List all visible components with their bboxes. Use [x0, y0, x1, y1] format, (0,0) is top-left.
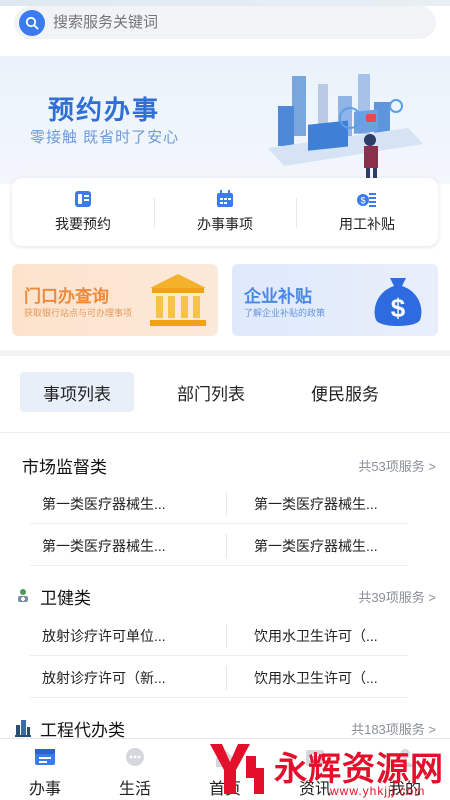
service-item[interactable]: 放射诊疗许可单位...: [42, 616, 166, 656]
bank-icon: [150, 274, 206, 326]
promo-subtitle: 获取银行站点与可办理事项: [24, 308, 133, 318]
bottom-nav: 办事 生活 首页 资讯 我的: [0, 738, 450, 800]
promo-enterprise-subsidy[interactable]: 企业补贴 了解企业补贴的政策 $: [232, 264, 438, 336]
quick-action-label: 我要预约: [55, 216, 111, 232]
service-item[interactable]: 放射诊疗许可（新...: [42, 658, 166, 698]
table-row: 第一类医疗器械生... 第一类医疗器械生...: [30, 526, 408, 566]
affairs-icon: [35, 749, 55, 765]
promo-title: 门口办查询: [24, 287, 109, 306]
category-header-health[interactable]: 卫健类 共39项服务 >: [0, 581, 450, 611]
tab-bar: 事项列表 部门列表 便民服务: [0, 372, 450, 412]
phone-icon: [75, 191, 91, 207]
service-item[interactable]: 第一类医疗器械生...: [254, 484, 378, 524]
divider: [226, 666, 227, 690]
search-input[interactable]: [53, 14, 413, 31]
divider: [226, 492, 227, 516]
tab-public-services[interactable]: 便民服务: [290, 372, 400, 412]
quick-action-label: 用工补贴: [339, 216, 395, 232]
category-count-link[interactable]: 共53项服务 >: [358, 456, 436, 475]
quick-action-subsidy[interactable]: $ 用工补贴: [296, 178, 438, 246]
nav-item-affairs[interactable]: 办事: [0, 739, 90, 800]
category-title: 卫健类: [40, 588, 91, 608]
nav-item-news[interactable]: 资讯: [270, 739, 360, 800]
service-item[interactable]: 第一类医疗器械生...: [254, 526, 378, 566]
table-row: 放射诊疗许可单位... 饮用水卫生许可（...: [30, 616, 408, 656]
banner-title: 预约办事: [48, 95, 161, 125]
quick-action-appointment[interactable]: 我要预约: [12, 178, 154, 246]
nav-label: 我的: [388, 781, 421, 798]
divider: [226, 624, 227, 648]
category-count-link[interactable]: 共39项服务 >: [358, 587, 436, 606]
search-icon[interactable]: [19, 9, 45, 36]
service-item[interactable]: 饮用水卫生许可（...: [254, 658, 378, 698]
table-row: 放射诊疗许可（新... 饮用水卫生许可（...: [30, 658, 408, 698]
nav-item-life[interactable]: 生活: [90, 739, 180, 800]
search-bar[interactable]: [14, 6, 436, 39]
home-icon: [216, 750, 234, 767]
promo-title: 企业补贴: [244, 287, 312, 306]
promo-bank-query[interactable]: 门口办查询 获取银行站点与可办理事项: [12, 264, 218, 336]
service-item[interactable]: 第一类医疗器械生...: [42, 484, 166, 524]
category-title: 工程代办类: [40, 720, 125, 740]
health-icon: [18, 589, 28, 602]
building-icon: [15, 720, 31, 737]
city-illustration-icon: [268, 74, 423, 182]
money-icon: $: [357, 193, 376, 207]
category-title: 市场监督类: [22, 457, 107, 477]
tab-item-list[interactable]: 事项列表: [20, 372, 134, 412]
quick-actions-card: 我要预约 办事事项 $ 用工补贴: [12, 178, 438, 246]
category-header-market[interactable]: 市场监督类 共53项服务 >: [0, 450, 450, 480]
promo-subtitle: 了解企业补贴的政策: [244, 308, 326, 318]
banner[interactable]: 预约办事 零接触 既省时了安心: [0, 56, 450, 184]
nav-item-mine[interactable]: 我的: [360, 739, 450, 800]
section-divider: [0, 350, 450, 356]
table-row: 第一类医疗器械生... 第一类医疗器械生...: [30, 484, 408, 524]
money-bag-icon: $: [374, 278, 422, 326]
svg-text:$: $: [360, 196, 365, 206]
banner-subtitle: 零接触 既省时了安心: [30, 129, 180, 146]
nav-label: 生活: [118, 781, 151, 798]
divider: [226, 534, 227, 558]
quick-action-matters[interactable]: 办事事项: [154, 178, 296, 246]
service-item[interactable]: 饮用水卫生许可（...: [254, 616, 378, 656]
tab-department-list[interactable]: 部门列表: [156, 372, 266, 412]
nav-label: 办事: [28, 781, 61, 798]
chat-icon: [126, 748, 144, 766]
calendar-icon: [217, 190, 233, 207]
service-item[interactable]: 第一类医疗器械生...: [42, 526, 166, 566]
nav-item-home[interactable]: 首页: [180, 739, 270, 800]
quick-action-label: 办事事项: [197, 216, 253, 232]
svg-text:$: $: [391, 293, 406, 323]
news-icon: [306, 750, 324, 766]
nav-label: 资讯: [298, 781, 331, 798]
divider: [0, 432, 450, 433]
nav-label: 首页: [208, 781, 241, 798]
user-icon: [396, 749, 414, 767]
category-count-link[interactable]: 共183项服务 >: [351, 719, 436, 738]
top-bar: [0, 0, 450, 44]
